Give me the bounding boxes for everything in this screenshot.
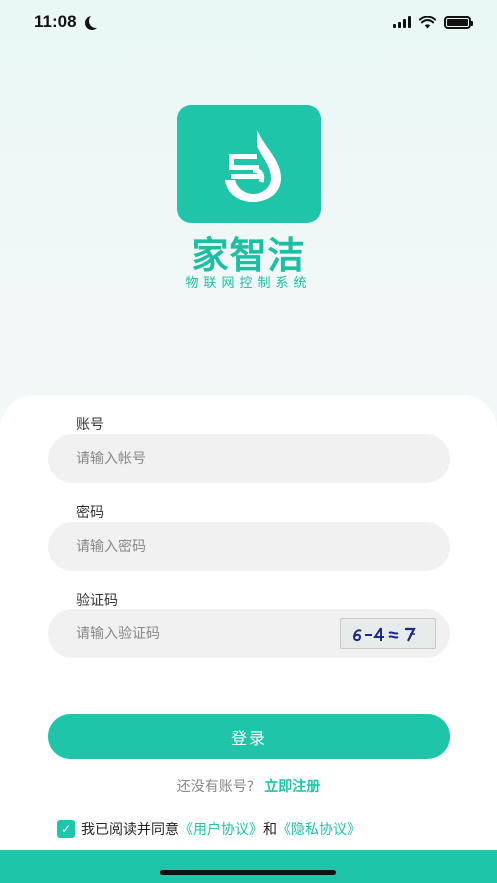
brand-name: 家智洁: [191, 235, 306, 276]
user-agreement-link[interactable]: 《用户协议》: [179, 819, 263, 839]
account-input[interactable]: [76, 450, 326, 467]
password-label: 密码: [76, 505, 104, 521]
password-input[interactable]: [76, 538, 326, 555]
home-indicator: [160, 870, 336, 875]
register-link[interactable]: 立即注册: [264, 779, 320, 795]
bottom-bar: [0, 850, 497, 883]
status-time: 11:08: [34, 12, 97, 32]
cellular-signal-icon: [393, 16, 411, 28]
register-row: 还没有账号? 立即注册: [0, 776, 497, 796]
account-label: 账号: [76, 417, 104, 433]
agreement-checkbox[interactable]: ✓: [57, 820, 75, 838]
password-field[interactable]: [48, 522, 450, 571]
checkmark-icon: ✓: [60, 822, 72, 836]
no-account-text: 还没有账号?: [176, 779, 255, 795]
captcha-input[interactable]: [76, 625, 326, 642]
status-bar: 11:08: [0, 0, 497, 44]
captcha-image-graphic: [353, 626, 416, 641]
captcha-label: 验证码: [76, 593, 118, 609]
login-button[interactable]: 登录: [48, 714, 450, 759]
brand-subtitle: 物联网控制系统: [185, 276, 312, 291]
captcha-field[interactable]: [48, 609, 450, 658]
moon-icon: [89, 14, 103, 28]
wifi-icon: [419, 15, 436, 28]
status-icons: [393, 15, 473, 29]
app-logo: [177, 105, 321, 223]
battery-icon: [444, 15, 473, 29]
agreement-and: 和: [263, 822, 277, 838]
water-drop-logo-icon: [225, 130, 281, 202]
account-field[interactable]: [48, 434, 450, 483]
agreement-row: ✓ 我已阅读并同意 《用户协议》 和 《隐私协议》: [57, 819, 361, 839]
time-text: 11:08: [34, 12, 77, 31]
captcha-image[interactable]: [340, 618, 436, 649]
agreement-prefix: 我已阅读并同意: [81, 822, 179, 838]
privacy-agreement-link[interactable]: 《隐私协议》: [277, 819, 361, 839]
